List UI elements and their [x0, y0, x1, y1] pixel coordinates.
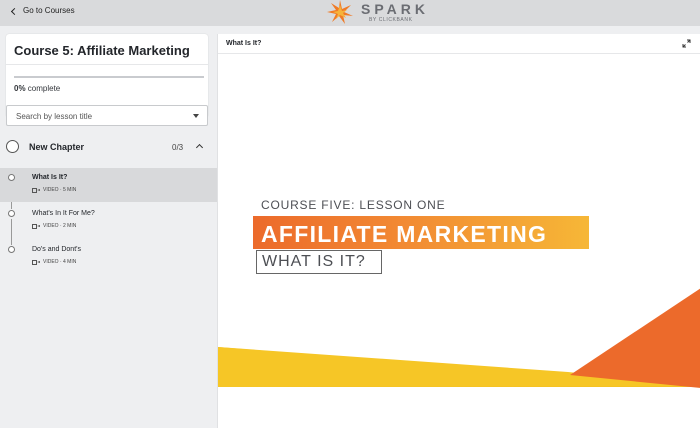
- top-bar: Go to Courses SPARK BY CLICKBANK: [0, 0, 700, 26]
- lesson-meta: VIDEO · 5 MIN: [32, 187, 76, 193]
- lesson-item[interactable]: Do's and Dont's VIDEO · 4 MIN: [0, 240, 217, 274]
- lesson-title: Do's and Dont's: [32, 246, 81, 253]
- chapter-count: 0/3: [172, 143, 184, 152]
- progress-value: 0%: [14, 84, 26, 93]
- video-icon: [32, 187, 40, 193]
- search-placeholder: Search by lesson title: [16, 112, 93, 121]
- chapter-progress-circle-icon: [6, 140, 19, 153]
- video-icon: [32, 259, 40, 265]
- chevron-left-icon: [10, 7, 19, 15]
- course-sidebar: Course 5: Affiliate Marketing 0% complet…: [0, 26, 217, 428]
- progress-bar: [14, 76, 204, 78]
- lesson-item[interactable]: What's In It For Me? VIDEO · 2 MIN: [0, 204, 217, 238]
- chapter-header[interactable]: New Chapter 0/3: [0, 134, 217, 160]
- lesson-meta-text: VIDEO · 4 MIN: [43, 259, 77, 265]
- go-to-courses-link[interactable]: Go to Courses: [10, 6, 75, 15]
- card-divider: [6, 64, 208, 65]
- lesson-status-icon: [8, 246, 15, 253]
- lesson-meta-text: VIDEO · 5 MIN: [43, 187, 77, 193]
- video-slide[interactable]: COURSE FIVE: LESSON ONE AFFILIATE MARKET…: [218, 55, 700, 428]
- slide-headline: AFFILIATE MARKETING: [261, 221, 548, 247]
- progress-suffix: complete: [27, 84, 61, 93]
- lesson-status-icon: [8, 174, 15, 181]
- lesson-meta-text: VIDEO · 2 MIN: [43, 223, 77, 229]
- orange-triangle-shape: [570, 288, 700, 388]
- spark-star-icon: [327, 0, 353, 24]
- expand-fullscreen-icon[interactable]: [682, 39, 691, 48]
- brand-name: SPARK: [361, 1, 429, 17]
- progress-text: 0% complete: [14, 84, 60, 93]
- lesson-viewer: What Is It? COURSE FIVE: LESSON ONE AFFI…: [217, 34, 700, 428]
- caret-down-icon: [193, 114, 199, 118]
- brand-subtitle: BY CLICKBANK: [369, 17, 413, 23]
- viewer-header: What Is It?: [218, 34, 700, 54]
- slide-kicker: COURSE FIVE: LESSON ONE: [261, 198, 446, 212]
- lesson-meta: VIDEO · 4 MIN: [32, 259, 76, 265]
- lesson-title: What Is It?: [32, 174, 68, 181]
- slide-subhead: WHAT IS IT?: [262, 253, 366, 270]
- lesson-search-select[interactable]: Search by lesson title: [6, 105, 208, 126]
- lesson-item[interactable]: What Is It? VIDEO · 5 MIN: [0, 168, 217, 202]
- spark-logo: SPARK BY CLICKBANK: [327, 0, 425, 26]
- chevron-up-icon[interactable]: [195, 143, 204, 152]
- lesson-meta: VIDEO · 2 MIN: [32, 223, 76, 229]
- lesson-status-icon: [8, 210, 15, 217]
- go-to-courses-label: Go to Courses: [23, 6, 75, 15]
- lesson-title: What's In It For Me?: [32, 210, 95, 217]
- video-icon: [32, 223, 40, 229]
- viewer-title: What Is It?: [226, 40, 262, 47]
- chapter-title: New Chapter: [29, 142, 85, 152]
- course-title: Course 5: Affiliate Marketing: [14, 43, 190, 58]
